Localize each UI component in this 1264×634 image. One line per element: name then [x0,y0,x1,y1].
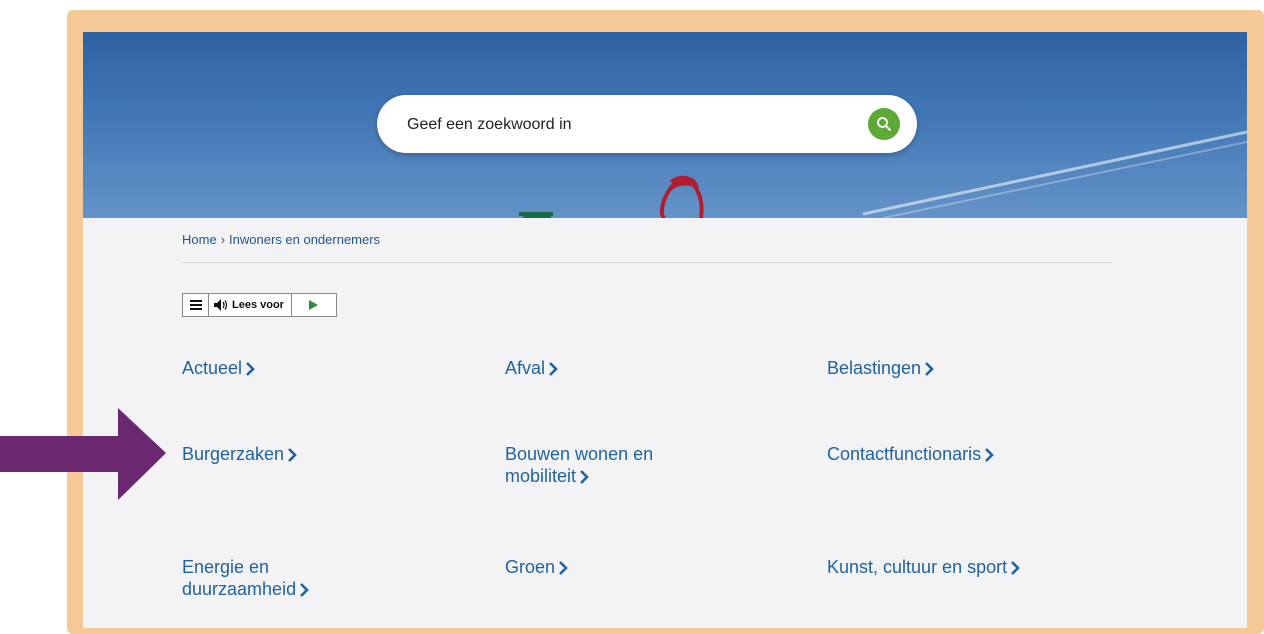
category-link-actueel[interactable]: Actueel [182,357,255,379]
readspeaker-menu-button[interactable] [183,294,209,316]
category-label: Belastingen [827,358,922,378]
category-link-belastingen[interactable]: Belastingen [827,357,934,379]
search-box [377,95,917,155]
divider [182,262,1112,263]
breadcrumb: Home › Inwoners en ondernemers [182,232,380,247]
category-label: Bouwen wonen en [505,444,654,464]
category-label-line2: mobiliteit [505,466,577,486]
category-link-energie-en-duurzaamheid[interactable]: Energie en duurzaamheid [182,556,309,600]
category-label: Kunst, cultuur en sport [827,557,1008,577]
readspeaker-bar: Lees voor [182,293,337,317]
webpage: Home›Inwoners en ondernemers Lees voor [83,32,1247,628]
category-link-afval[interactable]: Afval [505,357,558,379]
chevron-right-icon [985,448,994,463]
category-label: Contactfunctionaris [827,444,982,464]
category-link-burgerzaken[interactable]: Burgerzaken [182,443,297,465]
search-input[interactable] [405,95,849,155]
annotation-arrow-icon [0,408,166,500]
category-label: Groen [505,557,556,577]
category-label: Afval [505,358,546,378]
category-label: Actueel [182,358,243,378]
search-icon [877,117,891,131]
category-link-kunst-cultuur-en-sport[interactable]: Kunst, cultuur en sport [827,556,1020,578]
play-button[interactable] [292,294,336,316]
play-icon [309,300,319,310]
lees-voor-label: Lees voor [232,299,284,311]
speaker-icon [214,299,228,311]
chevron-right-icon [549,362,558,377]
chevron-right-icon [559,561,568,576]
chevron-right-icon [1011,561,1020,576]
chevron-right-icon [300,583,309,598]
search-button[interactable] [868,108,900,140]
breadcrumb-current: Inwoners en ondernemers [229,232,381,247]
category-link-bouwen-wonen-en-mobiliteit[interactable]: Bouwen wonen en mobiliteit [505,443,653,487]
chevron-right-icon [580,470,589,485]
chevron-right-icon [246,362,255,377]
menu-icon [189,300,202,310]
category-label-line2: duurzaamheid [182,579,297,599]
hero-banner [83,32,1247,218]
category-label: Energie en [182,557,270,577]
breadcrumb-home-link[interactable]: Home [182,232,217,247]
breadcrumb-separator: › [220,232,226,247]
category-label: Burgerzaken [182,444,285,464]
chevron-right-icon [925,362,934,377]
category-link-groen[interactable]: Groen [505,556,568,578]
category-link-contactfunctionaris[interactable]: Contactfunctionaris [827,443,994,465]
chevron-right-icon [288,448,297,463]
lees-voor-button[interactable]: Lees voor [209,294,292,316]
